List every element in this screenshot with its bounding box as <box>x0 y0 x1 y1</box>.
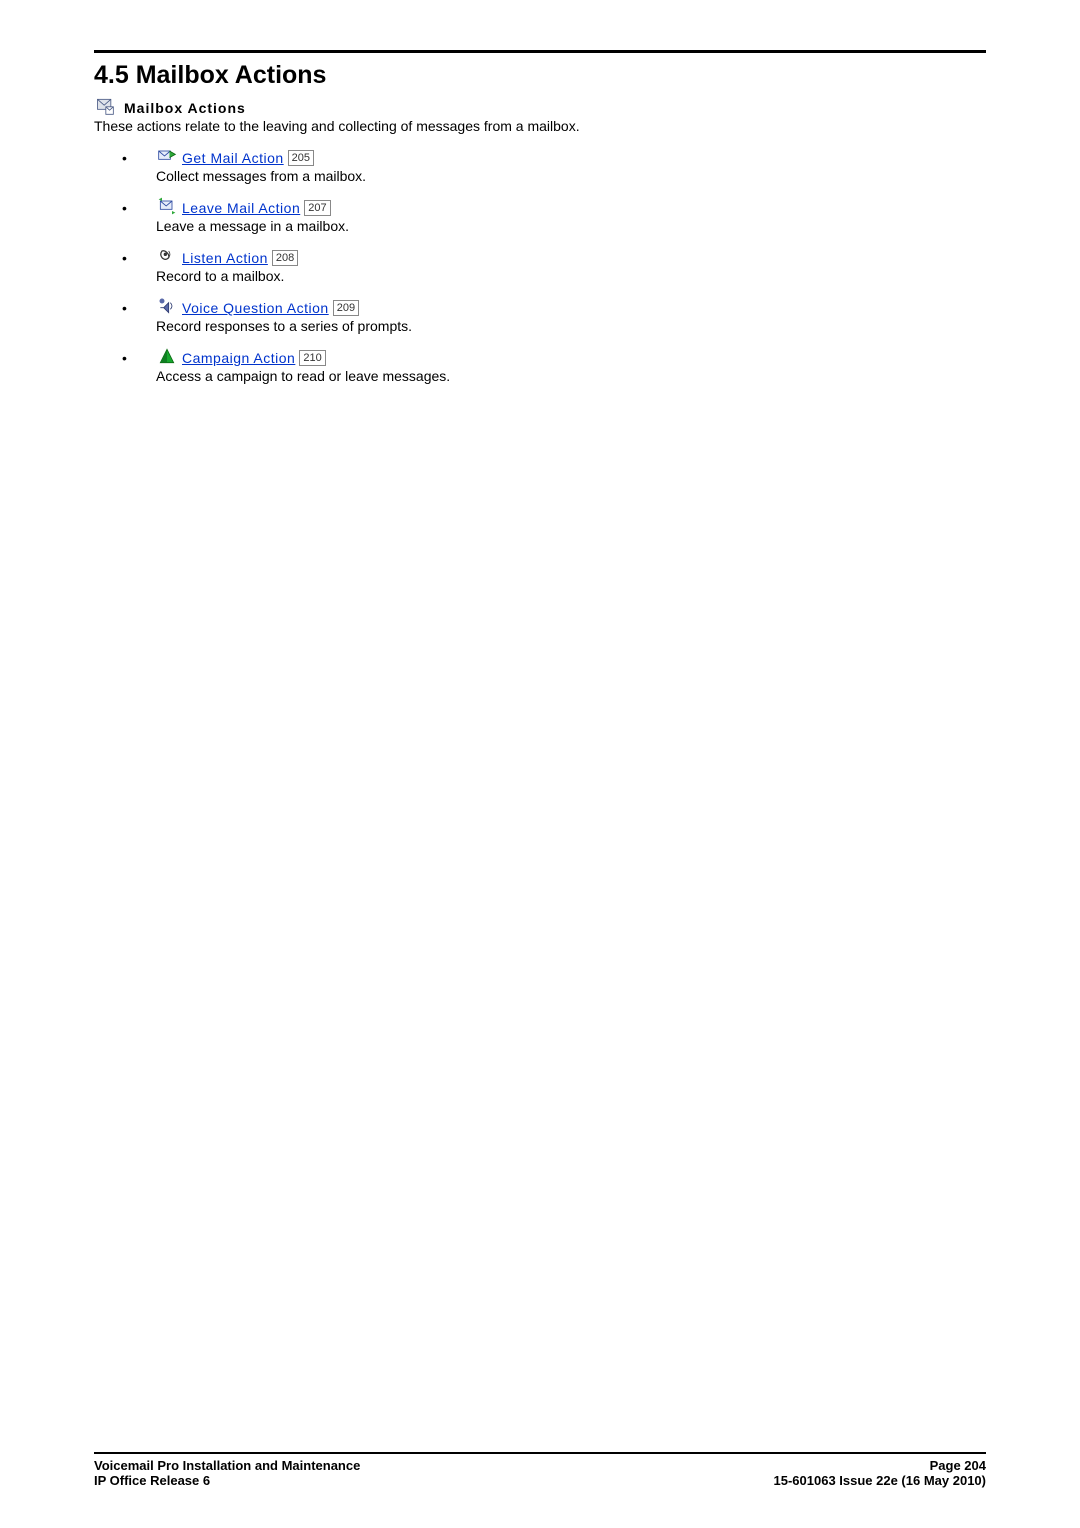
intro-text: These actions relate to the leaving and … <box>94 118 986 134</box>
footer-right-2: 15-601063 Issue 22e (16 May 2010) <box>774 1473 987 1488</box>
top-rule <box>94 50 986 53</box>
action-desc: Record responses to a series of prompts. <box>156 318 986 334</box>
subtitle: Mailbox Actions <box>124 100 246 116</box>
action-desc: Record to a mailbox. <box>156 268 986 284</box>
page-footer: Voicemail Pro Installation and Maintenan… <box>94 1452 986 1488</box>
listen-icon <box>156 246 178 266</box>
action-list: Get Mail Action 205 Collect messages fro… <box>94 146 986 384</box>
footer-left-2: IP Office Release 6 <box>94 1473 210 1488</box>
campaign-link[interactable]: Campaign Action <box>182 350 295 366</box>
list-item: Leave Mail Action 207 Leave a message in… <box>122 196 986 234</box>
footer-right-1: Page 204 <box>930 1458 986 1473</box>
page-ref: 205 <box>288 150 314 166</box>
page-ref: 208 <box>272 250 298 266</box>
get-mail-icon <box>156 146 178 166</box>
leave-mail-icon <box>156 196 178 216</box>
action-desc: Leave a message in a mailbox. <box>156 218 986 234</box>
voice-question-icon <box>156 296 178 316</box>
listen-link[interactable]: Listen Action <box>182 250 268 266</box>
page-ref: 209 <box>333 300 359 316</box>
bottom-rule <box>94 1452 986 1454</box>
page-ref: 210 <box>299 350 325 366</box>
mailbox-actions-icon <box>94 96 116 116</box>
leave-mail-link[interactable]: Leave Mail Action <box>182 200 300 216</box>
list-item: Listen Action 208 Record to a mailbox. <box>122 246 986 284</box>
campaign-icon <box>156 346 178 366</box>
footer-left-1: Voicemail Pro Installation and Maintenan… <box>94 1458 360 1473</box>
page-ref: 207 <box>304 200 330 216</box>
voice-question-link[interactable]: Voice Question Action <box>182 300 329 316</box>
list-item: Get Mail Action 205 Collect messages fro… <box>122 146 986 184</box>
action-desc: Access a campaign to read or leave messa… <box>156 368 986 384</box>
action-desc: Collect messages from a mailbox. <box>156 168 986 184</box>
section-heading: 4.5 Mailbox Actions <box>94 61 986 90</box>
list-item: Voice Question Action 209 Record respons… <box>122 296 986 334</box>
get-mail-link[interactable]: Get Mail Action <box>182 150 284 166</box>
list-item: Campaign Action 210 Access a campaign to… <box>122 346 986 384</box>
